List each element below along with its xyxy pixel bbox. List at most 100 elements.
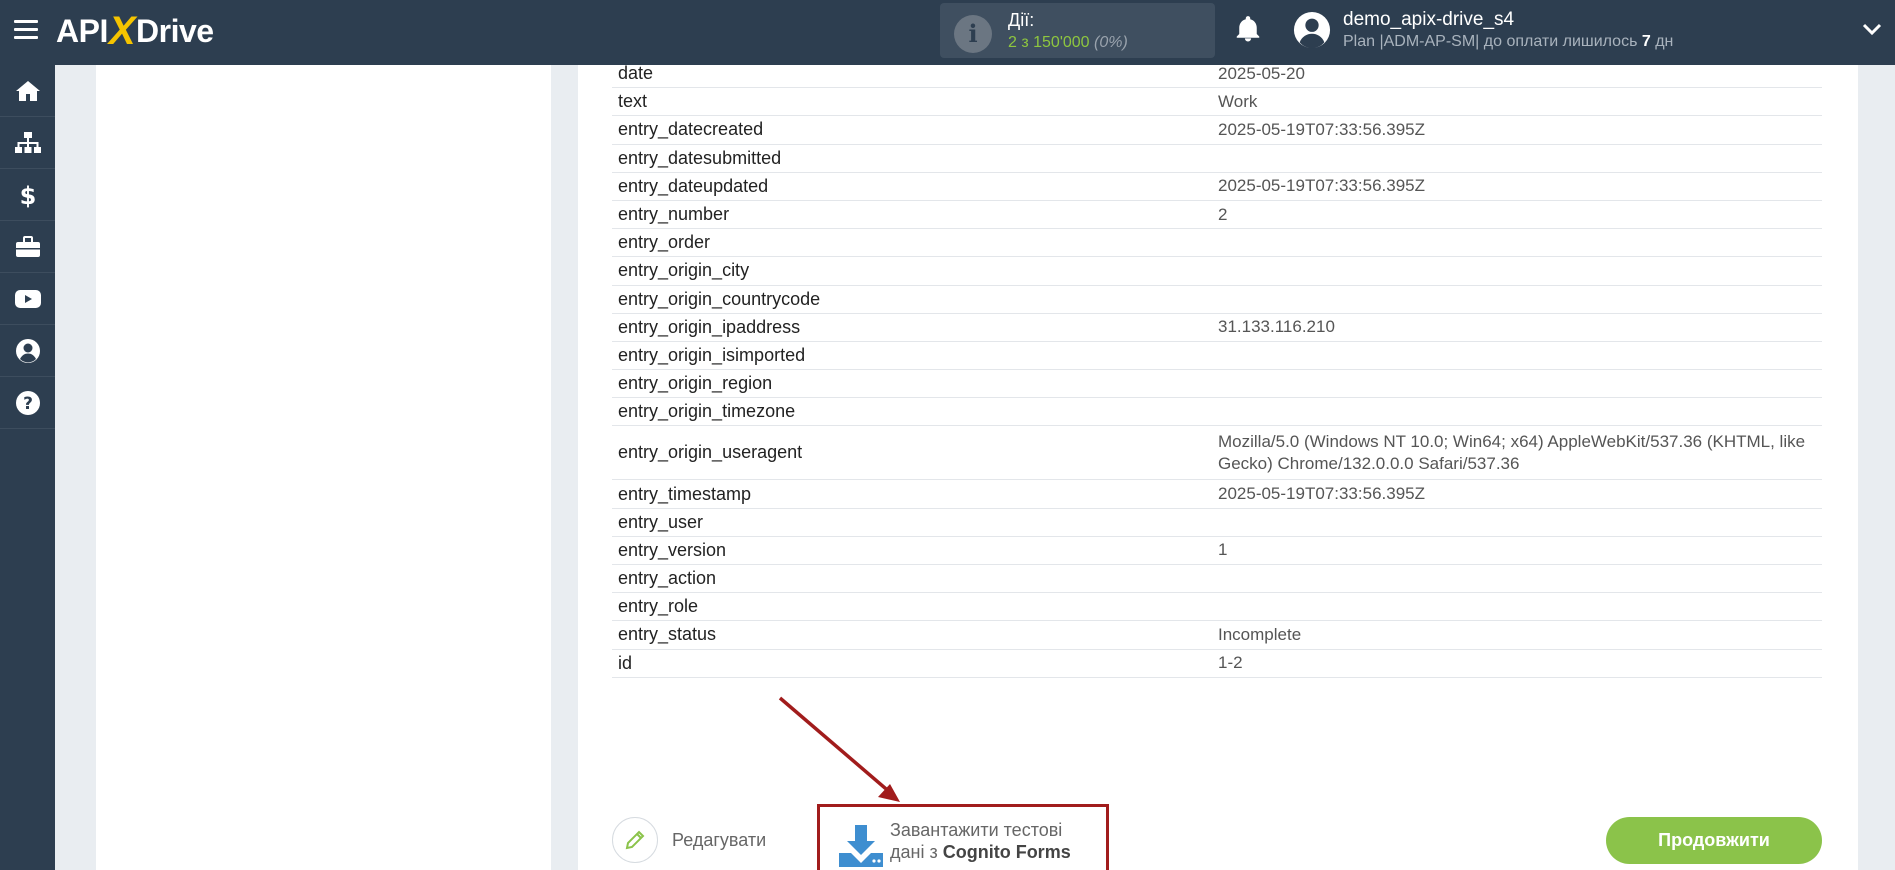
bell-icon[interactable] xyxy=(1233,14,1263,44)
field-value: 2025-05-19T07:33:56.395Z xyxy=(1218,176,1425,196)
edit-circle xyxy=(612,817,658,863)
field-name: entry_origin_countrycode xyxy=(618,288,821,309)
sidebar-item-connections[interactable] xyxy=(0,117,55,169)
table-row: entry_status Incomplete xyxy=(612,621,1822,650)
field-name: entry_version xyxy=(618,539,727,560)
user-icon xyxy=(15,338,40,363)
load-test-data-label: Завантажити тестові дані з Cognito Forms xyxy=(890,819,1071,863)
load-label-line1: Завантажити тестові xyxy=(890,820,1063,840)
table-row: entry_origin_countrycode xyxy=(612,286,1822,314)
field-value: 1 xyxy=(1218,540,1228,560)
top-bar: API X Drive i Дії: 2 з 150'000 (0%) demo_a… xyxy=(0,0,1895,65)
field-value xyxy=(1218,370,1822,397)
load-label-prefix: дані з xyxy=(890,842,943,862)
field-name: entry_origin_ipaddress xyxy=(618,316,801,337)
field-value xyxy=(1218,509,1822,536)
sidebar-item-billing[interactable]: $ xyxy=(0,169,55,221)
svg-text:$: $ xyxy=(19,182,36,208)
table-row: entry_origin_isimported xyxy=(612,342,1822,371)
field-name: entry_user xyxy=(618,511,704,532)
load-test-data-button[interactable]: Завантажити тестові дані з Cognito Forms xyxy=(817,804,1109,870)
logo-text-api: API xyxy=(56,12,108,49)
field-name: entry_origin_timezone xyxy=(618,401,796,422)
field-value: 31.133.116.210 xyxy=(1218,317,1335,337)
field-name: entry_status xyxy=(618,624,717,645)
table-row: entry_origin_timezone xyxy=(612,398,1822,427)
field-value: 1-2 xyxy=(1218,653,1243,673)
sidebar: $ ? xyxy=(0,65,55,870)
test-data-table: date 2025-05-20 text Work entry_datecreated 2… xyxy=(612,60,1822,678)
field-name: entry_datecreated xyxy=(618,119,764,140)
field-value: 2025-05-19T07:33:56.395Z xyxy=(1218,484,1425,504)
chevron-down-icon[interactable] xyxy=(1862,22,1882,38)
field-value xyxy=(1218,286,1822,313)
home-icon xyxy=(15,80,40,101)
field-name: date xyxy=(618,63,654,84)
plan-days: 7 xyxy=(1641,33,1651,50)
table-row: entry_number 2 xyxy=(612,201,1822,230)
field-name: id xyxy=(618,652,633,673)
load-label-service: Cognito Forms xyxy=(942,842,1071,862)
sidebar-item-help[interactable]: ? xyxy=(0,377,55,429)
field-value xyxy=(1218,398,1822,425)
field-value xyxy=(1218,565,1822,592)
actions-label: Дії: xyxy=(1008,10,1035,30)
field-value xyxy=(1218,257,1822,284)
plan-info: Plan |ADM-AP-SM| до оплати лишилось 7 дн xyxy=(1343,33,1673,51)
sidebar-item-video[interactable] xyxy=(0,273,55,325)
load-label-line2: дані з Cognito Forms xyxy=(890,841,1071,863)
info-icon: i xyxy=(954,15,992,53)
youtube-icon xyxy=(14,289,41,308)
briefcase-icon xyxy=(15,235,40,257)
plan-text: Plan |ADM-AP-SM| до оплати лишилось xyxy=(1343,33,1642,50)
table-row: id 1-2 xyxy=(612,650,1822,678)
continue-button[interactable]: Продовжити xyxy=(1606,817,1822,864)
download-icon xyxy=(839,825,883,867)
apixdrive-logo[interactable]: API X Drive xyxy=(56,8,214,54)
actions-count: 2 з 150'000 xyxy=(1008,34,1090,51)
field-value: 2025-05-19T07:33:56.395Z xyxy=(1218,119,1425,139)
table-row: entry_origin_region xyxy=(612,370,1822,399)
logo-text-x: X xyxy=(108,8,136,53)
field-name: entry_datesubmitted xyxy=(618,147,782,168)
table-row: entry_datecreated 2025-05-19T07:33:56.395… xyxy=(612,116,1822,145)
table-row: entry_action xyxy=(612,565,1822,594)
field-value xyxy=(1218,229,1822,256)
sidebar-item-home[interactable] xyxy=(0,65,55,117)
table-row: entry_timestamp 2025-05-19T07:33:56.395Z xyxy=(612,480,1822,509)
table-row: entry_user xyxy=(612,509,1822,537)
table-row: entry_role xyxy=(612,593,1822,622)
field-value: 2025-05-20 xyxy=(1218,63,1305,83)
plan-suffix: дн xyxy=(1650,33,1674,50)
field-name: entry_order xyxy=(618,232,711,253)
field-name: entry_action xyxy=(618,568,717,589)
table-row: date 2025-05-20 xyxy=(612,60,1822,89)
actions-percent: (0%) xyxy=(1094,34,1128,51)
sidebar-item-tools[interactable] xyxy=(0,221,55,273)
left-panel xyxy=(96,65,551,870)
hamburger-menu-icon[interactable] xyxy=(14,20,38,40)
actions-counter[interactable]: i Дії: 2 з 150'000 (0%) xyxy=(940,3,1215,58)
field-name: entry_dateupdated xyxy=(618,175,769,196)
sitemap-icon xyxy=(14,131,41,153)
table-row: entry_dateupdated 2025-05-19T07:33:56.395… xyxy=(612,173,1822,201)
edit-label: Редагувати xyxy=(672,829,767,850)
table-row: entry_version 1 xyxy=(612,537,1822,565)
username[interactable]: demo_apix-drive_s4 xyxy=(1343,9,1514,31)
field-name: text xyxy=(618,91,648,112)
field-value xyxy=(1218,342,1822,369)
avatar[interactable] xyxy=(1293,11,1331,49)
field-name: entry_role xyxy=(618,596,699,617)
table-row: text Work xyxy=(612,88,1822,117)
field-name: entry_origin_useragent xyxy=(618,442,803,463)
table-row: entry_order xyxy=(612,229,1822,258)
field-name: entry_origin_region xyxy=(618,373,773,394)
svg-text:?: ? xyxy=(23,394,33,414)
table-row: entry_origin_ipaddress 31.133.116.210 xyxy=(612,314,1822,342)
dollar-icon: $ xyxy=(19,182,36,208)
sidebar-item-account[interactable] xyxy=(0,325,55,377)
edit-button[interactable]: Редагувати xyxy=(612,816,766,864)
field-name: entry_origin_isimported xyxy=(618,344,806,365)
field-value: 2 xyxy=(1218,204,1228,224)
field-value: Work xyxy=(1218,91,1258,111)
